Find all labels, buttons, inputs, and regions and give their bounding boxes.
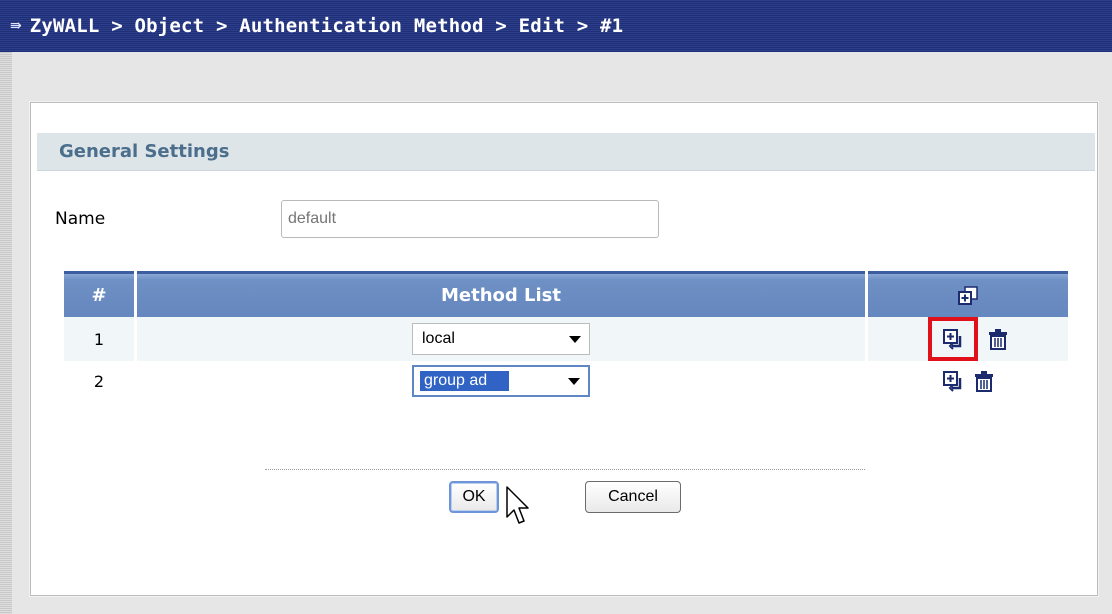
name-input[interactable] [281,200,659,238]
method-select[interactable]: local [412,323,590,355]
breadcrumb: ZyWALL > Object > Authentication Method … [29,15,624,37]
breadcrumb-arrow-icon: ⇛ [10,18,22,34]
method-list-table: # Method List 1 local 2 group ad [61,271,1071,401]
add-after-icon[interactable] [942,328,964,350]
cursor-pointer-icon [506,486,529,524]
column-header-num: # [64,271,134,317]
trash-icon[interactable] [974,370,994,392]
row-number: 1 [64,317,134,361]
name-label: Name [55,209,106,229]
column-header-add[interactable] [868,271,1068,317]
cancel-button[interactable]: Cancel [585,481,681,513]
method-select[interactable]: group ad [412,365,590,397]
method-select-value: group ad [420,371,510,391]
divider [265,469,865,470]
trash-icon[interactable] [988,328,1008,350]
add-after-icon[interactable] [942,370,964,392]
table-header-row: # Method List [64,271,1068,317]
highlight-box [928,317,979,361]
section-header: General Settings [37,133,1095,171]
chevron-down-icon [569,335,581,343]
title-bar: ⇛ ZyWALL > Object > Authentication Metho… [0,0,1112,52]
column-header-method-list: Method List [137,271,865,317]
row-number: 2 [64,361,134,401]
chevron-down-icon [568,377,580,385]
edit-dialog: General Settings Name # Method List 1 lo… [30,102,1098,596]
left-strip [0,52,12,614]
ok-button[interactable]: OK [449,481,499,513]
table-row: 1 local [64,317,1068,361]
method-select-value: local [422,330,455,347]
add-icon[interactable] [957,285,979,307]
table-row: 2 group ad [64,361,1068,401]
